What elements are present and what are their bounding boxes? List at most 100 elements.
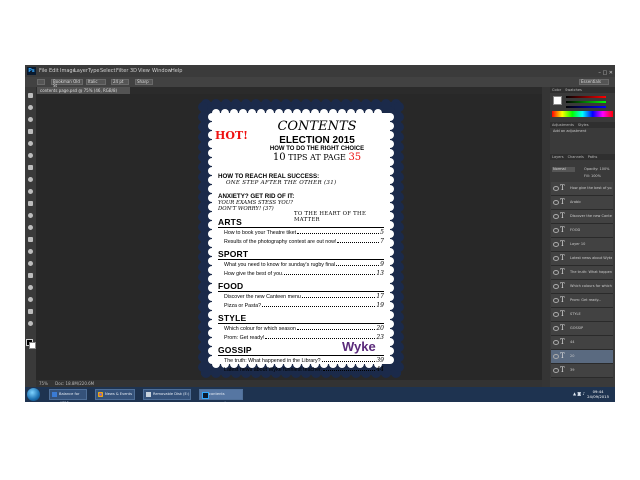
move-tool-icon[interactable] bbox=[28, 93, 33, 98]
menu-select[interactable]: Select bbox=[100, 65, 115, 77]
document-tab[interactable]: contents page.psd @ 75% (46, RGB/8) bbox=[37, 87, 130, 94]
eye-icon[interactable] bbox=[553, 214, 559, 219]
layer-row[interactable]: T 39 bbox=[551, 364, 613, 378]
eye-icon[interactable] bbox=[553, 326, 559, 331]
layer-row[interactable]: T FOOD bbox=[551, 224, 613, 238]
blend-mode-select[interactable]: Normal bbox=[552, 167, 575, 172]
fill-field[interactable]: Fill: 100% bbox=[584, 174, 601, 178]
tab-paths[interactable]: Paths bbox=[586, 155, 600, 159]
tab-adjustments[interactable]: Adjustments bbox=[550, 123, 576, 127]
layer-name: 39 bbox=[570, 368, 575, 372]
shape-tool-icon[interactable] bbox=[28, 297, 33, 302]
eye-icon[interactable] bbox=[553, 200, 559, 205]
eye-icon[interactable] bbox=[553, 186, 559, 191]
document-page[interactable]: HOT! CONTENTS ELECTION 2015 HOW TO DO TH… bbox=[198, 99, 404, 378]
tab-styles[interactable]: Styles bbox=[576, 123, 591, 127]
eye-icon[interactable] bbox=[553, 228, 559, 233]
task-item-photoshop[interactable]: contents page.psd... bbox=[199, 389, 243, 402]
eye-icon[interactable] bbox=[553, 270, 559, 275]
pen-tool-icon[interactable] bbox=[28, 261, 33, 266]
eraser-tool-icon[interactable] bbox=[28, 213, 33, 218]
menu-filter[interactable]: Filter bbox=[116, 65, 128, 77]
clone-tool-icon[interactable] bbox=[28, 189, 33, 194]
layer-row[interactable]: T Arabic bbox=[551, 196, 613, 210]
font-size-select[interactable]: 24 pt bbox=[111, 79, 129, 85]
task-item-chrome[interactable]: News & Events bbox=[95, 389, 135, 400]
layer-row[interactable]: T Which colours for which... bbox=[551, 280, 613, 294]
workspace-select[interactable]: Essentials bbox=[579, 79, 609, 85]
eye-icon[interactable] bbox=[553, 340, 559, 345]
tab-layers[interactable]: Layers bbox=[550, 155, 566, 159]
type-tool-icon[interactable] bbox=[28, 273, 33, 278]
type-layer-icon: T bbox=[560, 310, 565, 318]
layer-row[interactable]: T STYLE bbox=[551, 308, 613, 322]
eye-icon[interactable] bbox=[553, 354, 559, 359]
system-tray[interactable]: ▲ ◙ ♪ bbox=[573, 391, 585, 396]
maximize-button[interactable]: □ bbox=[602, 70, 607, 76]
minimize-button[interactable]: – bbox=[598, 70, 601, 76]
blur-tool-icon[interactable] bbox=[28, 237, 33, 242]
eye-icon[interactable] bbox=[553, 242, 559, 247]
healing-tool-icon[interactable] bbox=[28, 165, 33, 170]
collapsed-panel-strip[interactable] bbox=[542, 87, 550, 387]
menu-window[interactable]: Window bbox=[152, 65, 172, 77]
toc-entry: How give the best of you. 13 bbox=[224, 270, 384, 277]
close-button[interactable]: ✕ bbox=[609, 70, 613, 76]
layer-name: FOOD bbox=[570, 228, 581, 232]
path-select-tool-icon[interactable] bbox=[28, 285, 33, 290]
opacity-field[interactable]: Opacity: 100% bbox=[584, 167, 610, 171]
menu-edit[interactable]: Edit bbox=[49, 65, 59, 77]
clock[interactable]: 09:44 24/09/2015 bbox=[587, 389, 609, 399]
foreground-color-swatch[interactable] bbox=[553, 96, 562, 105]
zoom-level[interactable]: 75% bbox=[39, 381, 48, 386]
tab-color[interactable]: Color bbox=[550, 88, 563, 92]
eye-icon[interactable] bbox=[553, 368, 559, 373]
type-tool-preset[interactable] bbox=[37, 79, 45, 85]
layer-row[interactable]: T Prom: Get ready... bbox=[551, 294, 613, 308]
color-ramp[interactable] bbox=[552, 111, 613, 117]
green-slider[interactable] bbox=[566, 101, 606, 103]
crop-tool-icon[interactable] bbox=[28, 141, 33, 146]
layer-row[interactable]: T 20 bbox=[551, 350, 613, 364]
layer-row[interactable]: T Layer 10 bbox=[551, 238, 613, 252]
eye-icon[interactable] bbox=[553, 284, 559, 289]
background-color-icon[interactable] bbox=[29, 342, 36, 349]
clock-date: 24/09/2015 bbox=[587, 394, 609, 399]
history-brush-tool-icon[interactable] bbox=[28, 201, 33, 206]
menu-help[interactable]: Help bbox=[171, 65, 182, 77]
dodge-tool-icon[interactable] bbox=[28, 249, 33, 254]
eyedropper-tool-icon[interactable] bbox=[28, 153, 33, 158]
layer-name: How give the best of yo... bbox=[570, 186, 612, 190]
menu-file[interactable]: File bbox=[39, 65, 47, 77]
eye-icon[interactable] bbox=[553, 256, 559, 261]
start-button[interactable] bbox=[27, 388, 40, 401]
brush-tool-icon[interactable] bbox=[28, 177, 33, 182]
font-family-select[interactable]: Bookman Old St bbox=[51, 79, 83, 88]
menu-3d[interactable]: 3D bbox=[130, 65, 137, 77]
layer-row[interactable]: T 44 bbox=[551, 336, 613, 350]
task-item-balance[interactable]: Balance for #825... bbox=[49, 389, 87, 402]
marquee-tool-icon[interactable] bbox=[28, 105, 33, 110]
menu-type[interactable]: Type bbox=[88, 65, 99, 77]
red-slider[interactable] bbox=[566, 96, 606, 98]
menu-layer[interactable]: Layer bbox=[74, 65, 88, 77]
menu-view[interactable]: View bbox=[138, 65, 150, 77]
tab-swatches[interactable]: Swatches bbox=[563, 88, 584, 92]
tab-channels[interactable]: Channels bbox=[566, 155, 586, 159]
task-item-disk[interactable]: Removable Disk (E:) bbox=[143, 389, 191, 400]
layer-row[interactable]: T The truth: What happen... bbox=[551, 266, 613, 280]
gradient-tool-icon[interactable] bbox=[28, 225, 33, 230]
eye-icon[interactable] bbox=[553, 298, 559, 303]
layer-row[interactable]: T GOSSIP bbox=[551, 322, 613, 336]
hand-tool-icon[interactable] bbox=[28, 309, 33, 314]
zoom-tool-icon[interactable] bbox=[28, 321, 33, 326]
layer-row[interactable]: T Latest news about Wyke... bbox=[551, 252, 613, 266]
antialias-select[interactable]: Sharp bbox=[135, 79, 153, 85]
font-style-select[interactable]: Italic bbox=[86, 79, 106, 85]
layer-row[interactable]: T How give the best of yo... bbox=[551, 182, 613, 196]
lasso-tool-icon[interactable] bbox=[28, 117, 33, 122]
quick-select-tool-icon[interactable] bbox=[28, 129, 33, 134]
blue-slider[interactable] bbox=[566, 106, 606, 108]
eye-icon[interactable] bbox=[553, 312, 559, 317]
layer-row[interactable]: T Discover the new Cantee... bbox=[551, 210, 613, 224]
